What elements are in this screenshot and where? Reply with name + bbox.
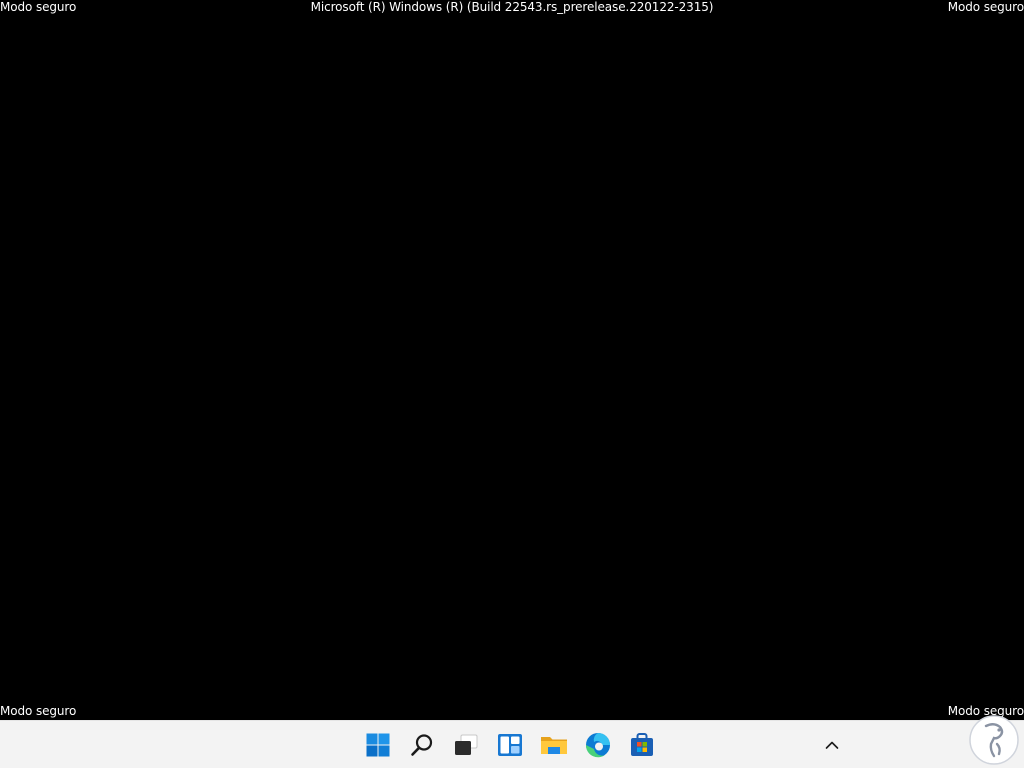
chevron-up-icon [825,741,839,749]
widgets-icon [498,733,522,756]
taskbar-pinned-apps [358,721,666,768]
show-hidden-icons-button[interactable] [816,725,848,765]
windows-start-icon [366,733,390,756]
edge-browser-button[interactable] [578,725,618,765]
search-icon [411,733,433,756]
safe-mode-label-top-right: Modo seguro [947,0,1024,14]
file-explorer-icon [541,736,567,754]
microsoft-store-icon [631,732,653,756]
task-view-icon [455,734,478,755]
watermark-logo-icon [969,715,1019,765]
microsoft-store-button[interactable] [622,725,662,765]
start-button[interactable] [358,725,398,765]
taskbar [0,720,1024,768]
edge-browser-icon [585,732,610,757]
build-info-label: Microsoft (R) Windows (R) (Build 22543.r… [310,0,714,14]
safe-mode-label-bottom-left: Modo seguro [0,704,77,718]
widgets-button[interactable] [490,725,530,765]
file-explorer-button[interactable] [534,725,574,765]
task-view-button[interactable] [446,725,486,765]
search-button[interactable] [402,725,442,765]
desktop: Modo seguro Microsoft (R) Windows (R) (B… [0,0,1024,720]
